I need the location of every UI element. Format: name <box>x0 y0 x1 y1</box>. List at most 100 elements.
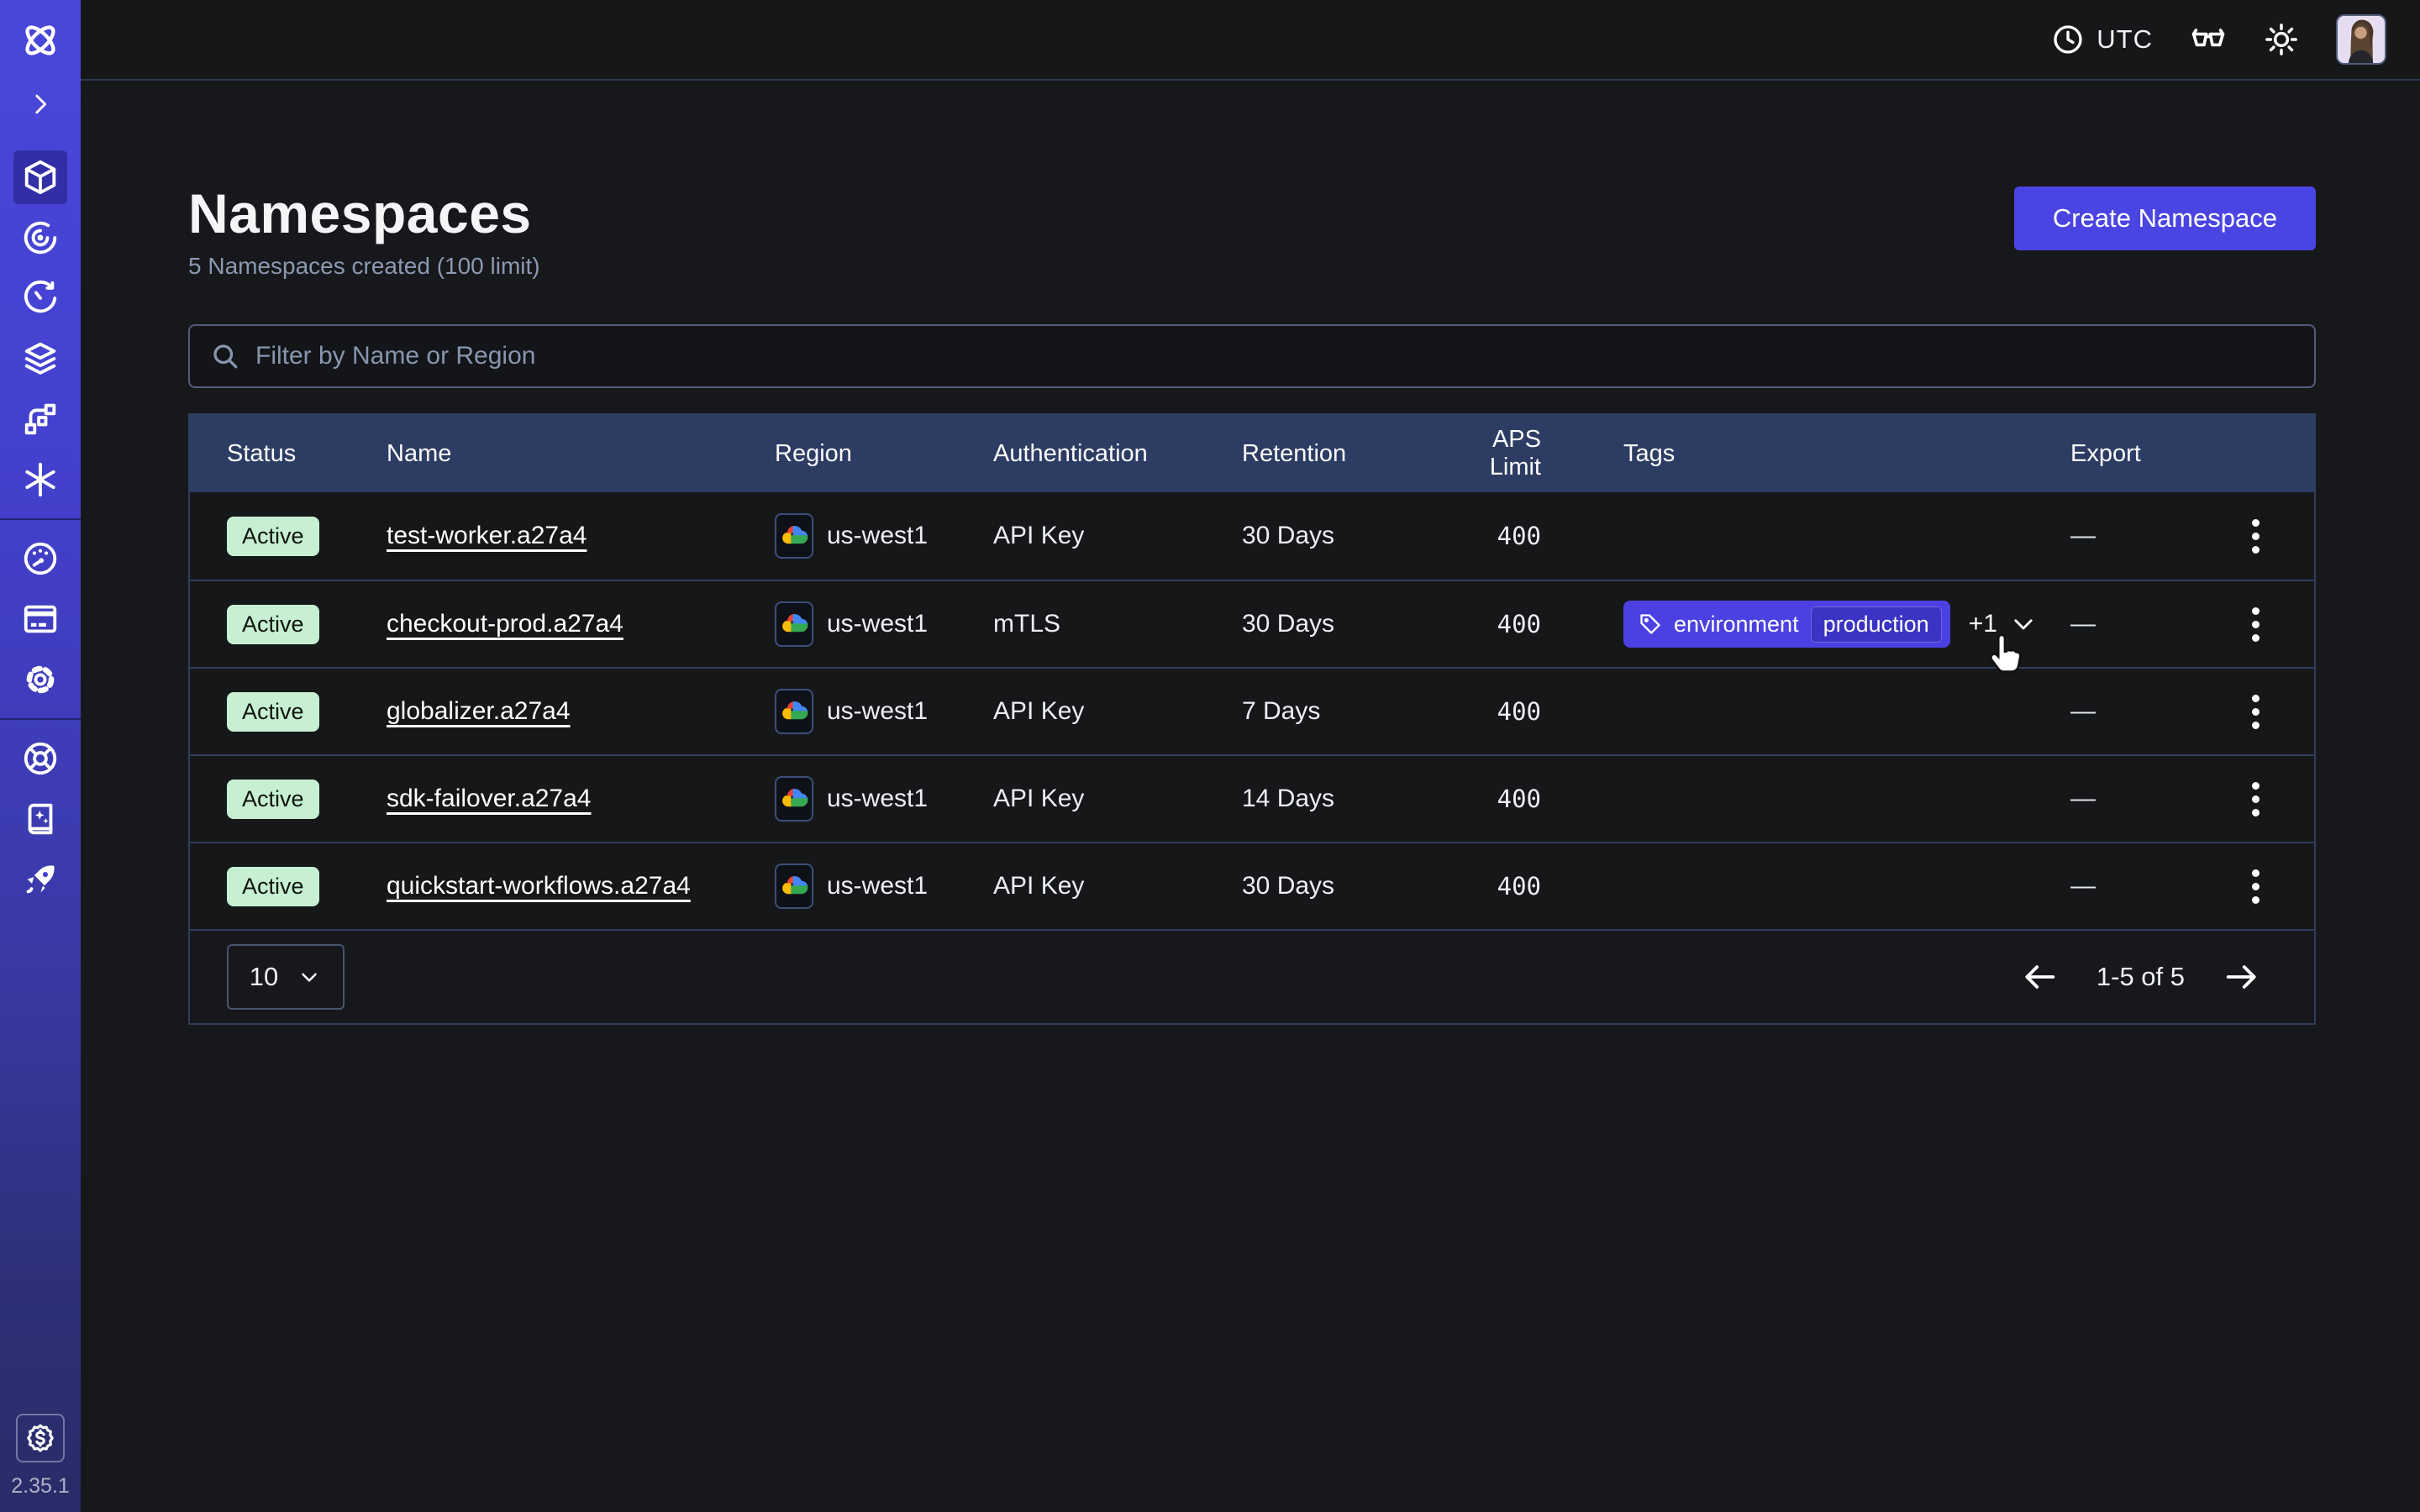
gauge-icon <box>21 539 60 578</box>
tag-value: production <box>1811 606 1942 643</box>
table-footer: 10 1-5 of 5 <box>190 929 2314 1023</box>
row-menu-button[interactable] <box>2244 686 2268 738</box>
search-input[interactable] <box>255 342 2294 370</box>
region-cell: us-west1 <box>775 689 993 734</box>
sidebar-item-billing[interactable] <box>13 592 67 646</box>
sidebar-item-nexus[interactable] <box>13 453 67 507</box>
sidebar-item-schedules[interactable] <box>13 271 67 325</box>
timezone-button[interactable]: UTC <box>2051 23 2153 56</box>
pagination-range: 1-5 of 5 <box>2096 962 2185 992</box>
table-row: Active globalizer.a27a4 us-west1 <box>190 667 2314 754</box>
main-content: Namespaces 5 Namespaces created (100 lim… <box>81 81 2420 1025</box>
namespace-link[interactable]: globalizer.a27a4 <box>387 697 571 726</box>
tag-icon <box>1639 612 1662 636</box>
region-label: us-west1 <box>827 697 928 726</box>
sidebar: 2.35.1 <box>0 0 81 1512</box>
sidebar-item-docs[interactable] <box>13 792 67 846</box>
region-cell: us-west1 <box>775 776 993 822</box>
tags-expand-chevron[interactable] <box>2009 610 2038 638</box>
table-row: Active test-worker.a27a4 us-west1 <box>190 492 2314 580</box>
rocket-icon <box>21 860 60 899</box>
table-body: Active test-worker.a27a4 us-west1 <box>190 492 2314 929</box>
page-title: Namespaces <box>188 181 540 245</box>
namespaces-cube-icon <box>21 158 60 197</box>
namespace-link[interactable]: sdk-failover.a27a4 <box>387 785 592 813</box>
status-badge: Active <box>227 692 319 732</box>
auth-label: API Key <box>993 522 1242 550</box>
table-row: Active quickstart-workflows.a27a4 <box>190 842 2314 929</box>
create-namespace-button[interactable]: Create Namespace <box>2014 186 2316 250</box>
aps-value: 400 <box>1497 872 1541 900</box>
book-sparkle-icon <box>21 800 60 838</box>
column-header: Tags <box>1541 440 2070 468</box>
glasses-icon <box>2190 21 2227 58</box>
auth-label: mTLS <box>993 610 1242 638</box>
export-value: — <box>2070 522 2096 550</box>
row-menu-button[interactable] <box>2244 861 2268 912</box>
namespace-link[interactable]: quickstart-workflows.a27a4 <box>387 872 691 900</box>
namespace-link[interactable]: test-worker.a27a4 <box>387 522 587 550</box>
export-value: — <box>2070 697 2096 726</box>
region-label: us-west1 <box>827 872 928 900</box>
aps-value: 400 <box>1497 610 1541 638</box>
gcp-icon <box>775 776 813 822</box>
status-badge: Active <box>227 517 319 556</box>
next-page-button[interactable] <box>2222 958 2260 996</box>
region-cell: us-west1 <box>775 601 993 647</box>
sidebar-item-namespaces[interactable] <box>13 150 67 204</box>
temporal-logo-icon <box>18 18 62 66</box>
sidebar-item-deployments[interactable] <box>13 332 67 386</box>
page-size-select[interactable]: 10 <box>227 944 345 1010</box>
sidebar-footer: 2.35.1 <box>11 1414 70 1512</box>
usage-dollar-button[interactable] <box>16 1414 65 1462</box>
status-badge: Active <box>227 780 319 819</box>
sun-icon <box>2264 22 2299 57</box>
sidebar-item-batch-operations[interactable] <box>13 392 67 446</box>
column-header: Region <box>775 440 993 468</box>
sidebar-item-support[interactable] <box>13 732 67 785</box>
gear-icon <box>21 660 60 699</box>
sidebar-item-settings[interactable] <box>13 653 67 706</box>
tags-cell: environment production +1 <box>1541 601 2070 648</box>
theme-toggle-button[interactable] <box>2264 22 2299 57</box>
spiral-icon <box>21 218 60 257</box>
tags-more-count: +1 <box>1969 610 1997 638</box>
sidebar-divider <box>0 518 81 520</box>
sidebar-item-workflows[interactable] <box>13 211 67 265</box>
usage-dollar-icon <box>24 1422 56 1454</box>
row-menu-button[interactable] <box>2244 599 2268 650</box>
tag-key: environment <box>1674 612 1799 638</box>
table-row: Active checkout-prod.a27a4 us-wes <box>190 580 2314 667</box>
layers-icon <box>21 339 60 378</box>
gcp-icon <box>775 689 813 734</box>
region-cell: us-west1 <box>775 513 993 559</box>
row-menu-button[interactable] <box>2244 774 2268 825</box>
page-size-value: 10 <box>250 962 278 992</box>
aps-value: 400 <box>1497 785 1541 813</box>
prev-page-button[interactable] <box>2021 958 2060 996</box>
asterisk-icon <box>21 460 60 499</box>
lifebuoy-icon <box>21 739 60 778</box>
region-cell: us-west1 <box>775 864 993 909</box>
status-badge: Active <box>227 867 319 906</box>
aps-value: 400 <box>1497 522 1541 550</box>
avatar[interactable] <box>2336 14 2386 65</box>
row-menu-button[interactable] <box>2244 511 2268 562</box>
filter-searchbox <box>188 324 2316 388</box>
sidebar-item-usage[interactable] <box>13 532 67 585</box>
export-value: — <box>2070 610 2096 638</box>
namespaces-table: StatusNameRegionAuthenticationRetentionA… <box>188 413 2316 1025</box>
sidebar-expand-button[interactable] <box>26 90 55 118</box>
labs-button[interactable] <box>2190 21 2227 58</box>
column-header: Name <box>387 440 775 468</box>
auth-label: API Key <box>993 697 1242 726</box>
app-version: 2.35.1 <box>11 1474 70 1499</box>
auth-label: API Key <box>993 872 1242 900</box>
sidebar-item-getting-started[interactable] <box>13 853 67 906</box>
namespace-link[interactable]: checkout-prod.a27a4 <box>387 610 623 638</box>
auth-label: API Key <box>993 785 1242 813</box>
tag-pill[interactable]: environment production <box>1623 601 1950 648</box>
timezone-label: UTC <box>2096 24 2153 55</box>
column-header: APS Limit <box>1435 426 1541 481</box>
column-header: Export <box>2070 440 2196 468</box>
